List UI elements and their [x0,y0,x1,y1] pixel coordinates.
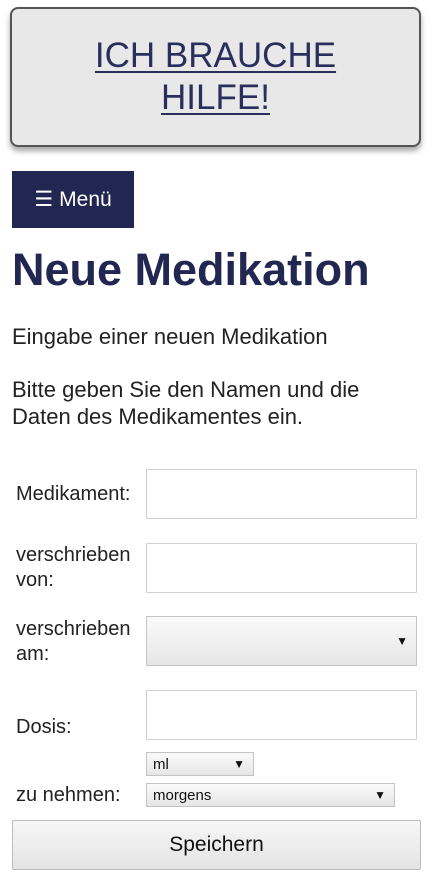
zu-nehmen-selected: morgens [153,786,212,804]
dosis-label: Dosis: [16,716,72,738]
page-intro: Eingabe einer neuen Medikation [12,324,328,349]
menu-label: Menü [59,187,112,211]
verschrieben-am-label: verschrieben am: [16,618,131,665]
save-button[interactable]: Speichern [12,820,421,870]
dosis-unit-selected: ml [153,755,169,773]
save-button-label: Speichern [169,833,264,856]
medikament-input[interactable] [146,469,417,519]
page-title: Neue Medikation [12,244,370,295]
dosis-unit-select[interactable]: ml ▼ [146,752,254,776]
help-link[interactable]: ICH BRAUCHE HILFE! [86,35,346,119]
chevron-down-icon: ▼ [233,757,245,771]
verschrieben-am-select[interactable]: ▼ [146,616,417,666]
chevron-down-icon: ▼ [374,788,386,802]
zu-nehmen-label: zu nehmen: [16,784,121,806]
verschrieben-von-label: verschrieben von: [16,544,131,591]
dosis-input[interactable] [146,690,417,740]
page-instructions: Bitte geben Sie den Namen und die Daten … [12,377,360,429]
chevron-down-icon: ▼ [396,634,408,648]
zu-nehmen-select[interactable]: morgens ▼ [146,783,395,807]
help-box[interactable]: ICH BRAUCHE HILFE! [10,7,421,147]
medikament-label: Medikament: [16,483,131,505]
verschrieben-von-input[interactable] [146,543,417,593]
hamburger-icon: ☰ [34,188,54,211]
menu-button[interactable]: ☰ Menü [12,171,134,228]
